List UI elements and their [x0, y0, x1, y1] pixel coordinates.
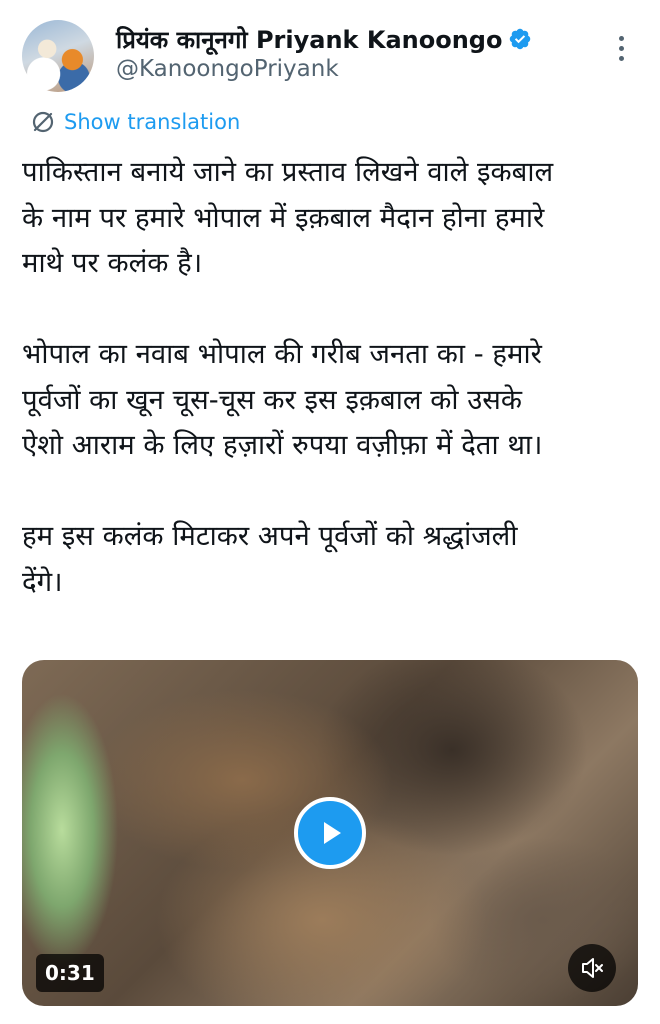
tweet-line: हम इस कलंक मिटाकर अपने पूर्वजों को श्रद्…: [22, 520, 518, 552]
author-handle[interactable]: @KanoongoPriyank: [116, 56, 339, 82]
show-translation-label: Show translation: [64, 110, 241, 134]
tweet-line: माथे पर कलंक है।: [22, 247, 203, 279]
more-dot-icon: [618, 35, 624, 41]
tweet-line: ऐशो आराम के लिए हज़ारों रुपया वज़ीफ़ा मे…: [22, 429, 543, 461]
mute-toggle-button[interactable]: [568, 944, 616, 992]
tweet-line: के नाम पर हमारे भोपाल में इक़बाल मैदान ह…: [22, 201, 545, 234]
more-dot-icon: [618, 45, 624, 51]
tweet-line: पूर्वजों का खून चूस-चूस कर इस इक़बाल को …: [22, 383, 522, 416]
more-options-button[interactable]: [606, 30, 636, 66]
avatar[interactable]: [22, 20, 94, 92]
video-duration: 0:31: [36, 954, 104, 992]
display-name[interactable]: प्रियंक कानूनगो Priyank Kanoongo: [116, 23, 502, 56]
author-name-row[interactable]: प्रियंक कानूनगो Priyank Kanoongo: [116, 22, 532, 56]
muted-speaker-icon: [582, 958, 603, 978]
more-dot-icon: [618, 55, 624, 61]
tweet-line: भोपाल का नवाब भोपाल की गरीब जनता का - हम…: [22, 338, 542, 370]
translate-globe-icon: [32, 111, 54, 133]
verified-badge-icon: [508, 27, 532, 51]
show-translation-link[interactable]: Show translation: [30, 106, 240, 138]
tweet-blank-line: [22, 469, 642, 515]
play-button[interactable]: [294, 797, 366, 869]
tweet-line: पाकिस्तान बनाये जाने का प्रस्ताव लिखने व…: [22, 156, 554, 188]
tweet-line: देंगे।: [22, 565, 63, 598]
tweet-text: पाकिस्तान बनाये जाने का प्रस्ताव लिखने व…: [22, 150, 642, 605]
play-icon: [324, 822, 341, 844]
tweet-blank-line: [22, 287, 642, 333]
video-player[interactable]: 0:31: [22, 660, 638, 1006]
